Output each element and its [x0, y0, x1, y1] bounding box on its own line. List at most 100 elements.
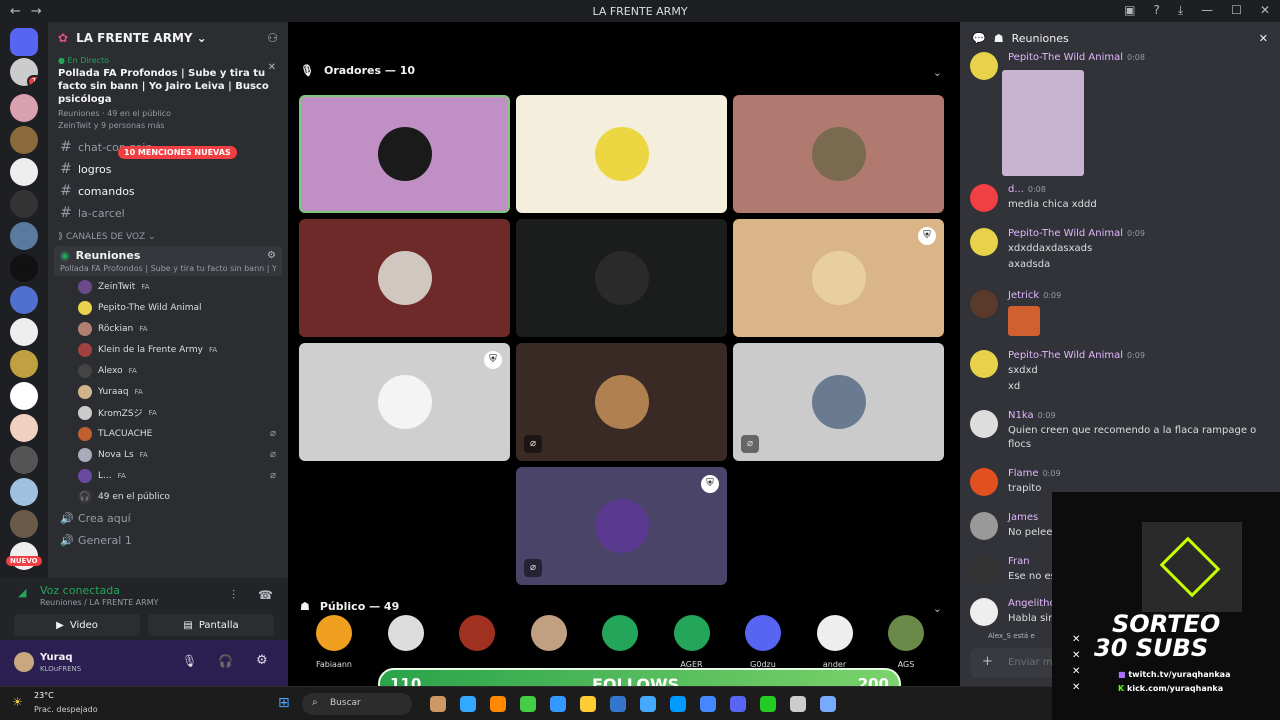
server-icon[interactable] — [10, 286, 38, 314]
temperature[interactable]: 23°C — [34, 691, 54, 700]
disconnect-icon[interactable]: ☎ — [258, 588, 273, 602]
live-event-card[interactable]: ● En Directo Pollada FA Profondos | Sube… — [48, 54, 288, 136]
voice-user[interactable]: Nova Ls FA ⌀ — [48, 444, 288, 465]
minimize-icon[interactable]: — — [1201, 3, 1213, 18]
message-author[interactable]: James — [1008, 512, 1038, 523]
server-icon[interactable] — [10, 510, 38, 538]
server-header[interactable]: ✿ LA FRENTE ARMY ⌄ ⚇ — [48, 22, 288, 54]
channel-la-carcel[interactable]: # la-carcel — [48, 202, 288, 224]
avatar[interactable] — [14, 652, 34, 672]
audience-avatar[interactable] — [816, 615, 853, 651]
server-icon[interactable]: 1 — [10, 58, 38, 86]
avatar[interactable] — [970, 598, 998, 626]
voice-channel-reuniones[interactable]: ◉ Reuniones ⚙ Pollada FA Profondos | Sube… — [54, 246, 282, 276]
server-icon[interactable] — [10, 254, 38, 282]
voice-user[interactable]: Pepito-The Wild Animal — [48, 297, 288, 318]
headphones-icon[interactable]: 🎧 — [218, 654, 233, 668]
maximize-icon[interactable]: ☐ — [1231, 3, 1242, 18]
server-icon[interactable] — [10, 382, 38, 410]
audience-avatar[interactable] — [530, 615, 567, 651]
inbox-icon[interactable]: ▣ — [1124, 3, 1135, 18]
speaker-tile[interactable]: ⛨ — [299, 343, 510, 461]
avatar[interactable] — [970, 290, 998, 318]
chevron-down-icon[interactable]: ⌄ — [933, 66, 942, 79]
channel-comandos[interactable]: # comandos — [48, 180, 288, 202]
taskbar-app-icon[interactable] — [580, 696, 596, 712]
help-icon[interactable]: ? — [1153, 3, 1159, 18]
speaker-tile[interactable] — [733, 95, 944, 213]
server-icon[interactable] — [10, 222, 38, 250]
voice-user[interactable]: Röckian FA — [48, 318, 288, 339]
channel-general-1[interactable]: 🔊 General 1 — [48, 529, 288, 551]
close-window-icon[interactable]: ✕ — [1260, 3, 1270, 18]
message-author[interactable]: Fran — [1008, 556, 1030, 567]
download-icon[interactable]: ⤓ — [1178, 3, 1183, 18]
taskbar-app-icon[interactable] — [820, 696, 836, 712]
server-icon[interactable] — [10, 414, 38, 442]
audience-avatar[interactable] — [745, 615, 781, 651]
add-attachment-icon[interactable]: + — [982, 654, 993, 669]
taskbar-search[interactable]: ⌕ Buscar — [302, 693, 412, 715]
video-button[interactable]: ▶ Video — [14, 614, 140, 636]
message-author[interactable]: Pepito-The Wild Animal 0:08 — [1008, 52, 1145, 63]
voice-user[interactable]: L... FA ⌀ — [48, 465, 288, 486]
chevron-down-icon[interactable]: ⌄ — [933, 602, 942, 615]
audience-avatar[interactable] — [602, 615, 638, 651]
avatar[interactable] — [970, 512, 998, 540]
taskbar-app-icon[interactable] — [460, 696, 476, 712]
voice-user[interactable]: Yuraaq FA — [48, 381, 288, 402]
server-icon[interactable] — [10, 350, 38, 378]
speaker-tile[interactable] — [516, 219, 727, 337]
avatar[interactable] — [970, 350, 998, 378]
voice-user[interactable]: ZeinTwit FA — [48, 276, 288, 297]
noise-suppression-icon[interactable]: ⫶ — [232, 588, 235, 603]
taskbar-app-icon[interactable] — [430, 696, 446, 712]
server-icon[interactable] — [10, 94, 38, 122]
speaker-tile[interactable] — [299, 95, 510, 213]
audience-avatar[interactable] — [888, 615, 924, 651]
speaker-tile[interactable]: ⛨ ⌀ — [516, 467, 727, 585]
avatar[interactable] — [970, 228, 998, 256]
avatar[interactable] — [970, 556, 998, 584]
voice-user[interactable]: KromZSジ FA — [48, 402, 288, 423]
close-icon[interactable]: ✕ — [1259, 32, 1268, 45]
voice-location[interactable]: Reuniones / LA FRENTE ARMY — [40, 598, 158, 607]
audience-avatar[interactable] — [673, 615, 710, 651]
server-icon[interactable] — [10, 126, 38, 154]
message-author[interactable]: Jetrick 0:09 — [1008, 290, 1061, 301]
message-author[interactable]: Pepito-The Wild Animal 0:09 — [1008, 350, 1145, 361]
taskbar-app-icon[interactable] — [700, 696, 716, 712]
message-author[interactable]: d... 0:08 — [1008, 184, 1046, 195]
voice-user[interactable]: Klein de la Frente Army FA — [48, 339, 288, 360]
avatar[interactable] — [970, 184, 998, 212]
taskbar-app-icon[interactable] — [790, 696, 806, 712]
taskbar-app-icon[interactable] — [610, 696, 626, 712]
server-icon[interactable] — [10, 446, 38, 474]
speaker-tile[interactable] — [516, 95, 727, 213]
message-author[interactable]: N1ka 0:09 — [1008, 410, 1056, 421]
taskbar-app-icon[interactable] — [760, 696, 776, 712]
windows-start-icon[interactable]: ⊞ — [278, 695, 290, 711]
channel-logros[interactable]: # logros — [48, 158, 288, 180]
taskbar-app-icon[interactable] — [520, 696, 536, 712]
taskbar-app-icon[interactable] — [640, 696, 656, 712]
voice-category[interactable]: ⟫ CANALES DE VOZ ⌄ — [48, 224, 288, 246]
server-icon[interactable] — [10, 190, 38, 218]
settings-gear-icon[interactable]: ⚙ — [267, 250, 276, 261]
direct-messages-icon[interactable] — [10, 28, 38, 56]
audience-avatar[interactable] — [387, 615, 424, 651]
speaker-tile[interactable]: ⌀ — [733, 343, 944, 461]
server-icon[interactable] — [10, 158, 38, 186]
speaker-tile[interactable] — [299, 219, 510, 337]
message-author[interactable]: Angelitho — [1008, 598, 1056, 609]
taskbar-app-icon[interactable] — [550, 696, 566, 712]
avatar[interactable] — [970, 410, 998, 438]
avatar[interactable] — [970, 52, 998, 80]
taskbar-app-icon[interactable] — [490, 696, 506, 712]
microphone-icon[interactable]: 🎙 — [182, 654, 197, 668]
mentions-pill[interactable]: 10 MENCIONES NUEVAS — [118, 146, 237, 159]
close-icon[interactable]: ✕ — [268, 62, 276, 73]
audience-avatar[interactable] — [459, 615, 495, 651]
voice-user[interactable]: TLACUACHE ⌀ — [48, 423, 288, 444]
channel-crea-aqui[interactable]: 🔊 Crea aquí — [48, 507, 288, 529]
